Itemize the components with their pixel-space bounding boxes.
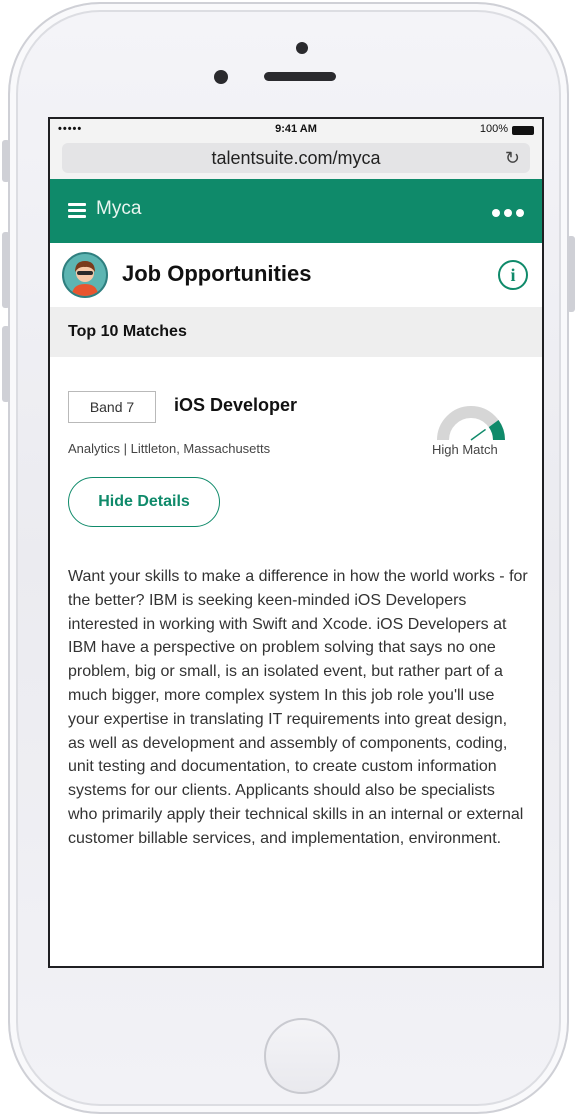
hide-details-button[interactable]: Hide Details <box>68 477 220 527</box>
status-bar: ••••• 9:41 AM 100% <box>50 119 542 141</box>
phone-screen: ••••• 9:41 AM 100% talentsuite.com/myca … <box>48 117 544 968</box>
page-title: Job Opportunities <box>122 261 312 286</box>
more-dots-icon[interactable] <box>492 209 524 217</box>
volume-up-button[interactable] <box>2 232 10 308</box>
match-label: High Match <box>432 442 498 457</box>
section-title-top-matches: Top 10 Matches <box>50 307 542 357</box>
job-title[interactable]: iOS Developer <box>174 395 297 416</box>
reload-icon[interactable]: ↻ <box>505 143 520 173</box>
volume-down-button[interactable] <box>2 326 10 402</box>
job-description: Want your skills to make a difference in… <box>68 568 528 847</box>
browser-address-bar: talentsuite.com/myca ↻ <box>50 141 542 179</box>
silent-switch[interactable] <box>2 140 10 182</box>
url-text: talentsuite.com/myca <box>211 148 381 168</box>
meta-separator: | <box>123 441 128 456</box>
app-title: Myca <box>96 198 142 219</box>
earpiece-speaker <box>264 72 336 81</box>
avatar[interactable] <box>62 252 108 298</box>
info-icon[interactable]: i <box>498 260 528 290</box>
job-location: Littleton, Massachusetts <box>130 441 271 456</box>
front-camera <box>214 70 228 84</box>
job-department: Analytics <box>68 441 121 456</box>
url-field[interactable]: talentsuite.com/myca ↻ <box>62 143 530 173</box>
match-gauge-icon <box>437 406 505 441</box>
page-header: Job Opportunities i <box>50 243 542 307</box>
power-button[interactable] <box>567 236 575 312</box>
status-time: 9:41 AM <box>275 123 317 135</box>
battery-icon <box>512 126 534 135</box>
job-card: Band 7 iOS Developer Analytics | Littlet… <box>50 357 542 847</box>
app-header: Myca <box>50 179 542 243</box>
hamburger-icon[interactable] <box>68 203 86 218</box>
job-meta: Analytics | Littleton, Massachusetts <box>68 441 270 456</box>
avatar-icon <box>64 254 106 296</box>
battery-percent: 100% <box>479 123 508 135</box>
home-button[interactable] <box>264 1018 340 1094</box>
rear-sensor-dot <box>296 42 308 54</box>
band-badge: Band 7 <box>68 391 156 423</box>
